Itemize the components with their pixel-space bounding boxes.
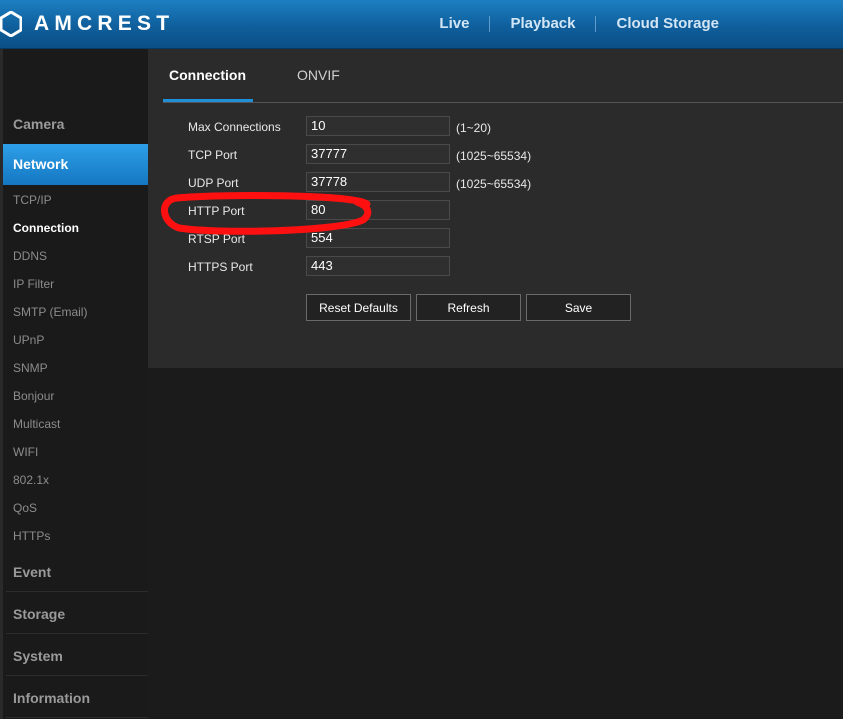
https-port-label: HTTPS Port xyxy=(188,260,253,274)
http-port-input[interactable] xyxy=(306,200,450,220)
sidebar-item-tcp-ip[interactable]: TCP/IP xyxy=(13,193,52,207)
brand-logo[interactable]: AMCREST xyxy=(0,10,174,38)
sidebar-divider xyxy=(6,717,148,718)
nav-playback[interactable]: Playback xyxy=(489,16,595,32)
rtsp-port-label: RTSP Port xyxy=(188,232,245,246)
tcp-port-range: (1025~65534) xyxy=(456,149,532,163)
sidebar-item-snmp[interactable]: SNMP xyxy=(13,361,48,375)
sidebar-item-smtp[interactable]: SMTP (Email) xyxy=(13,305,87,319)
sidebar-item-connection[interactable]: Connection xyxy=(13,221,79,235)
https-port-input[interactable] xyxy=(306,256,450,276)
sidebar-category-network-label: Network xyxy=(13,156,69,172)
sidebar-item-qos[interactable]: QoS xyxy=(13,501,37,515)
sidebar-item-multicast[interactable]: Multicast xyxy=(13,417,60,431)
sidebar-category-event[interactable]: Event xyxy=(13,564,51,580)
tcp-port-input[interactable] xyxy=(306,144,450,164)
settings-tabs: Connection ONVIF xyxy=(163,49,843,103)
rtsp-port-input[interactable] xyxy=(306,228,450,248)
sidebar-category-storage[interactable]: Storage xyxy=(13,606,65,622)
nav-cloud-storage[interactable]: Cloud Storage xyxy=(595,16,843,32)
sidebar-category-system[interactable]: System xyxy=(13,648,63,664)
sidebar-divider xyxy=(6,675,148,676)
max-connections-label: Max Connections xyxy=(188,120,281,134)
active-tab-indicator xyxy=(163,99,253,102)
sidebar-item-8021x[interactable]: 802.1x xyxy=(13,473,49,487)
sidebar-item-bonjour[interactable]: Bonjour xyxy=(13,389,54,403)
brand-name: AMCREST xyxy=(34,12,175,35)
sidebar-item-ddns[interactable]: DDNS xyxy=(13,249,47,263)
sidebar-divider xyxy=(6,591,148,592)
udp-port-input[interactable] xyxy=(306,172,450,192)
udp-port-label: UDP Port xyxy=(188,176,239,190)
http-port-label: HTTP Port xyxy=(188,204,245,218)
sidebar-category-camera[interactable]: Camera xyxy=(13,116,64,132)
refresh-button[interactable]: Refresh xyxy=(416,294,521,321)
save-button[interactable]: Save xyxy=(526,294,631,321)
sidebar-item-wifi[interactable]: WIFI xyxy=(13,445,38,459)
top-header: AMCREST Live Playback Cloud Storage xyxy=(0,0,843,49)
connection-settings-panel: Connection ONVIF Max Connections (1~20) … xyxy=(148,49,843,368)
top-navigation: Live Playback Cloud Storage xyxy=(419,0,843,48)
sidebar-category-network[interactable]: Network xyxy=(3,144,161,185)
max-connections-input[interactable] xyxy=(306,116,450,136)
tab-onvif[interactable]: ONVIF xyxy=(297,67,340,83)
sidebar-item-https[interactable]: HTTPs xyxy=(13,529,50,543)
tab-connection[interactable]: Connection xyxy=(169,67,246,83)
max-connections-range: (1~20) xyxy=(456,121,492,135)
sidebar-item-upnp[interactable]: UPnP xyxy=(13,333,44,347)
hexagon-logo-icon xyxy=(0,11,22,37)
reset-defaults-button[interactable]: Reset Defaults xyxy=(306,294,411,321)
sidebar-item-ip-filter[interactable]: IP Filter xyxy=(13,277,54,291)
sidebar: Camera Network TCP/IP Connection DDNS IP… xyxy=(0,49,161,719)
sidebar-divider xyxy=(6,633,148,634)
nav-live[interactable]: Live xyxy=(419,16,489,32)
udp-port-range: (1025~65534) xyxy=(456,177,532,191)
sidebar-category-information[interactable]: Information xyxy=(13,690,90,706)
tcp-port-label: TCP Port xyxy=(188,148,238,162)
